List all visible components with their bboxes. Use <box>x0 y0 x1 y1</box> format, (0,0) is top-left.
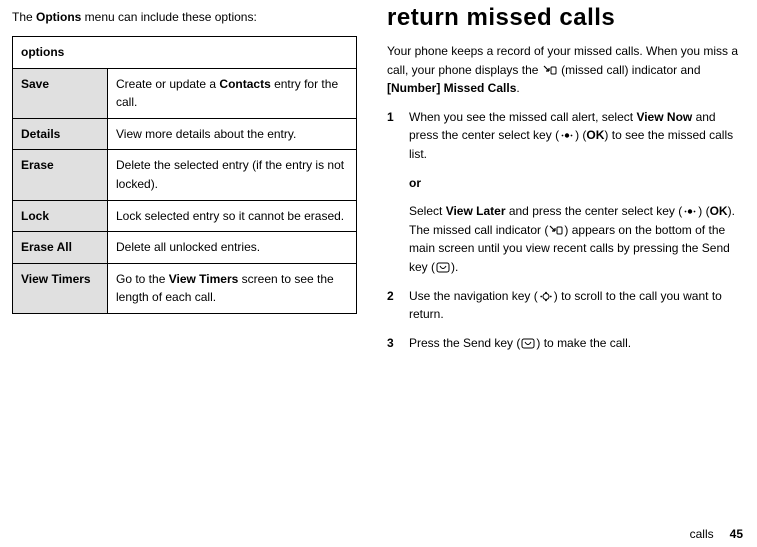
desc-bold: Contacts <box>219 77 270 91</box>
navigation-key-icon <box>539 291 553 302</box>
step-2: 2 Use the navigation key () to scroll to… <box>387 287 745 324</box>
footer-section-label: calls <box>690 527 714 541</box>
step-1-alt: Select View Later and press the center s… <box>409 202 745 276</box>
missed-call-icon <box>543 65 557 76</box>
ok-label: OK <box>586 128 604 142</box>
step-body: Press the Send key ( ) to make the call. <box>409 334 745 353</box>
step-text: Select <box>409 204 446 218</box>
center-select-key-icon <box>683 206 697 217</box>
options-intro: The Options menu can include these optio… <box>12 8 357 26</box>
table-row: View Timers Go to the View Timers screen… <box>13 263 357 313</box>
page-columns: The Options menu can include these optio… <box>12 8 745 362</box>
ok-label: OK <box>710 204 728 218</box>
options-menu-name: Options <box>36 10 81 24</box>
body-text: . <box>516 81 519 95</box>
or-separator: or <box>409 174 745 193</box>
table-row: Lock Lock selected entry so it cannot be… <box>13 200 357 232</box>
missed-call-icon <box>549 225 563 236</box>
intro-text: The <box>12 10 36 24</box>
step-number: 3 <box>387 334 409 353</box>
option-name: Save <box>13 68 108 118</box>
options-header: options <box>13 37 357 69</box>
table-row: Save Create or update a Contacts entry f… <box>13 68 357 118</box>
option-name: Erase <box>13 150 108 200</box>
send-key-icon <box>436 262 450 273</box>
desc-text: Lock selected entry so it cannot be eras… <box>116 209 344 223</box>
table-header-row: options <box>13 37 357 69</box>
options-table: options Save Create or update a Contacts… <box>12 36 357 314</box>
option-desc: Lock selected entry so it cannot be eras… <box>108 200 357 232</box>
step-text: ) to make the call. <box>536 336 631 350</box>
step-body: Use the navigation key () to scroll to t… <box>409 287 745 324</box>
intro-paragraph: Your phone keeps a record of your missed… <box>387 42 745 98</box>
center-select-key-icon <box>560 130 574 141</box>
step-1: 1 When you see the missed call alert, se… <box>387 108 745 164</box>
step-text: When you see the missed call alert, sele… <box>409 110 636 124</box>
option-desc: Delete the selected entry (if the entry … <box>108 150 357 200</box>
step-text: ). <box>451 260 458 274</box>
desc-text: Create or update a <box>116 77 219 91</box>
step-3: 3 Press the Send key ( ) to make the call… <box>387 334 745 353</box>
desc-text: View more details about the entry. <box>116 127 296 141</box>
body-text: (missed call) indicator and <box>558 63 701 77</box>
desc-text: Delete the selected entry (if the entry … <box>116 158 344 191</box>
option-name: Lock <box>13 200 108 232</box>
desc-text: Go to the <box>116 272 169 286</box>
step-text: Use the navigation key ( <box>409 289 538 303</box>
option-desc: Go to the View Timers screen to see the … <box>108 263 357 313</box>
missed-calls-label: [Number] Missed Calls <box>387 81 516 95</box>
step-number: 2 <box>387 287 409 324</box>
intro-text-post: menu can include these options: <box>81 10 256 24</box>
option-name: View Timers <box>13 263 108 313</box>
desc-bold: View Timers <box>169 272 239 286</box>
option-name: Erase All <box>13 232 108 264</box>
table-row: Details View more details about the entr… <box>13 118 357 150</box>
step-text: and press the center select key ( <box>506 204 683 218</box>
option-desc: View more details about the entry. <box>108 118 357 150</box>
step-text: ) ( <box>698 204 709 218</box>
section-heading: return missed calls <box>387 4 745 32</box>
left-column: The Options menu can include these optio… <box>12 8 357 362</box>
option-desc: Create or update a Contacts entry for th… <box>108 68 357 118</box>
desc-text: Delete all unlocked entries. <box>116 240 260 254</box>
table-row: Erase Delete the selected entry (if the … <box>13 150 357 200</box>
step-text: ) ( <box>575 128 586 142</box>
step-body: When you see the missed call alert, sele… <box>409 108 745 164</box>
step-number: 1 <box>387 108 409 164</box>
page-footer: calls 45 <box>690 527 743 541</box>
send-key-icon <box>521 338 535 349</box>
option-desc: Delete all unlocked entries. <box>108 232 357 264</box>
right-column: return missed calls Your phone keeps a r… <box>387 8 745 362</box>
step-text: Press the Send key ( <box>409 336 520 350</box>
view-later-label: View Later <box>446 204 506 218</box>
table-row: Erase All Delete all unlocked entries. <box>13 232 357 264</box>
footer-page-number: 45 <box>730 527 743 541</box>
option-name: Details <box>13 118 108 150</box>
view-now-label: View Now <box>636 110 692 124</box>
